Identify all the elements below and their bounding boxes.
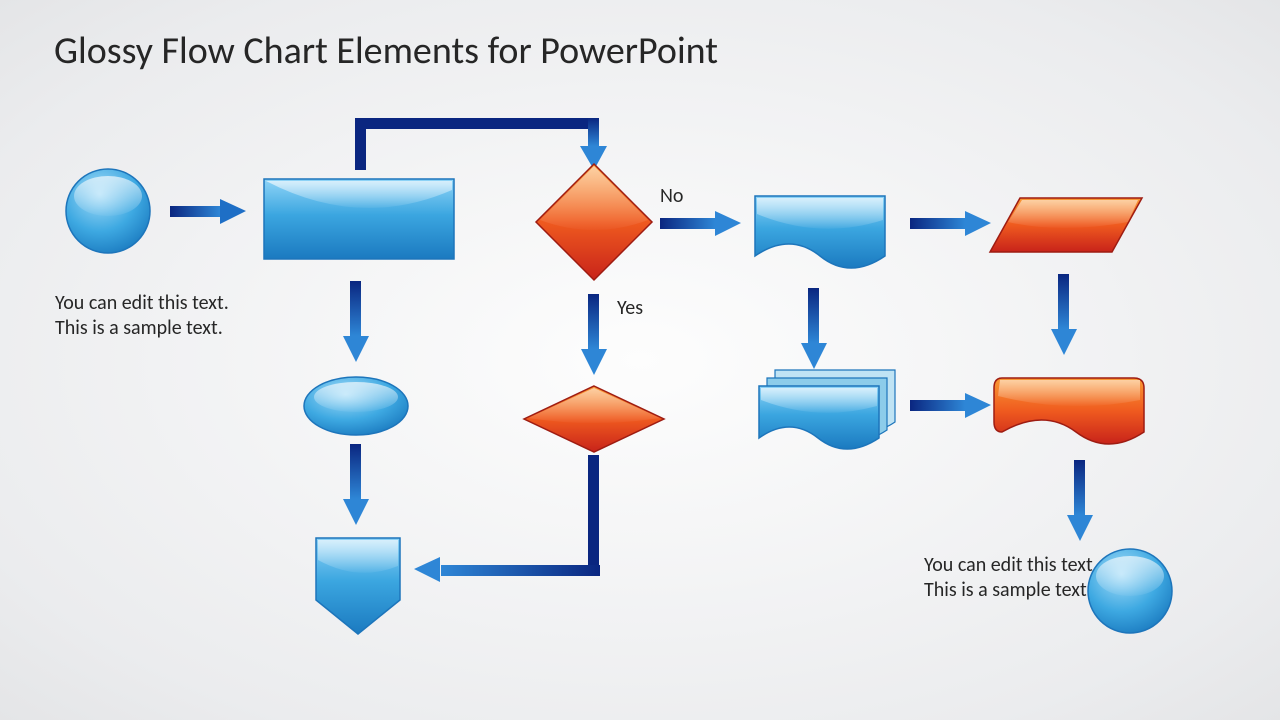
arrow-process-to-ellipse bbox=[343, 281, 369, 362]
node-flat-decision bbox=[524, 386, 664, 452]
node-start-circle bbox=[66, 169, 150, 253]
arrow-decision-to-flatdecision bbox=[581, 294, 607, 375]
arrow-start-to-process bbox=[170, 199, 246, 224]
edge-label-yes: Yes bbox=[617, 296, 643, 320]
node-data-parallelogram bbox=[990, 198, 1142, 252]
node-doc-blue bbox=[755, 196, 885, 268]
arrow-multidoc-to-display bbox=[910, 393, 991, 418]
arrow-display-to-end bbox=[1067, 460, 1093, 541]
arrow-ellipse-to-offpage bbox=[343, 444, 369, 525]
node-process-rect bbox=[264, 179, 454, 259]
arrow-process-to-decision bbox=[355, 118, 607, 170]
node-display-orange bbox=[994, 378, 1144, 444]
node-decision-diamond bbox=[536, 164, 652, 280]
arrow-doc-to-data bbox=[910, 211, 991, 236]
arrow-data-to-display bbox=[1051, 274, 1077, 355]
caption-left: You can edit this text. This is a sample… bbox=[55, 291, 235, 341]
arrow-doc-to-multidoc bbox=[801, 288, 827, 369]
node-offpage bbox=[316, 538, 400, 634]
flowchart-canvas bbox=[0, 0, 1280, 720]
arrow-decision-to-doc bbox=[660, 211, 741, 236]
slide-title: Glossy Flow Chart Elements for PowerPoin… bbox=[54, 28, 718, 74]
arrow-flatdecision-to-offpage bbox=[414, 455, 600, 582]
caption-right: You can edit this text. This is a sample… bbox=[924, 553, 1104, 603]
node-ellipse-blue bbox=[304, 377, 408, 435]
node-multi-doc bbox=[759, 370, 895, 449]
edge-label-no: No bbox=[660, 184, 683, 208]
